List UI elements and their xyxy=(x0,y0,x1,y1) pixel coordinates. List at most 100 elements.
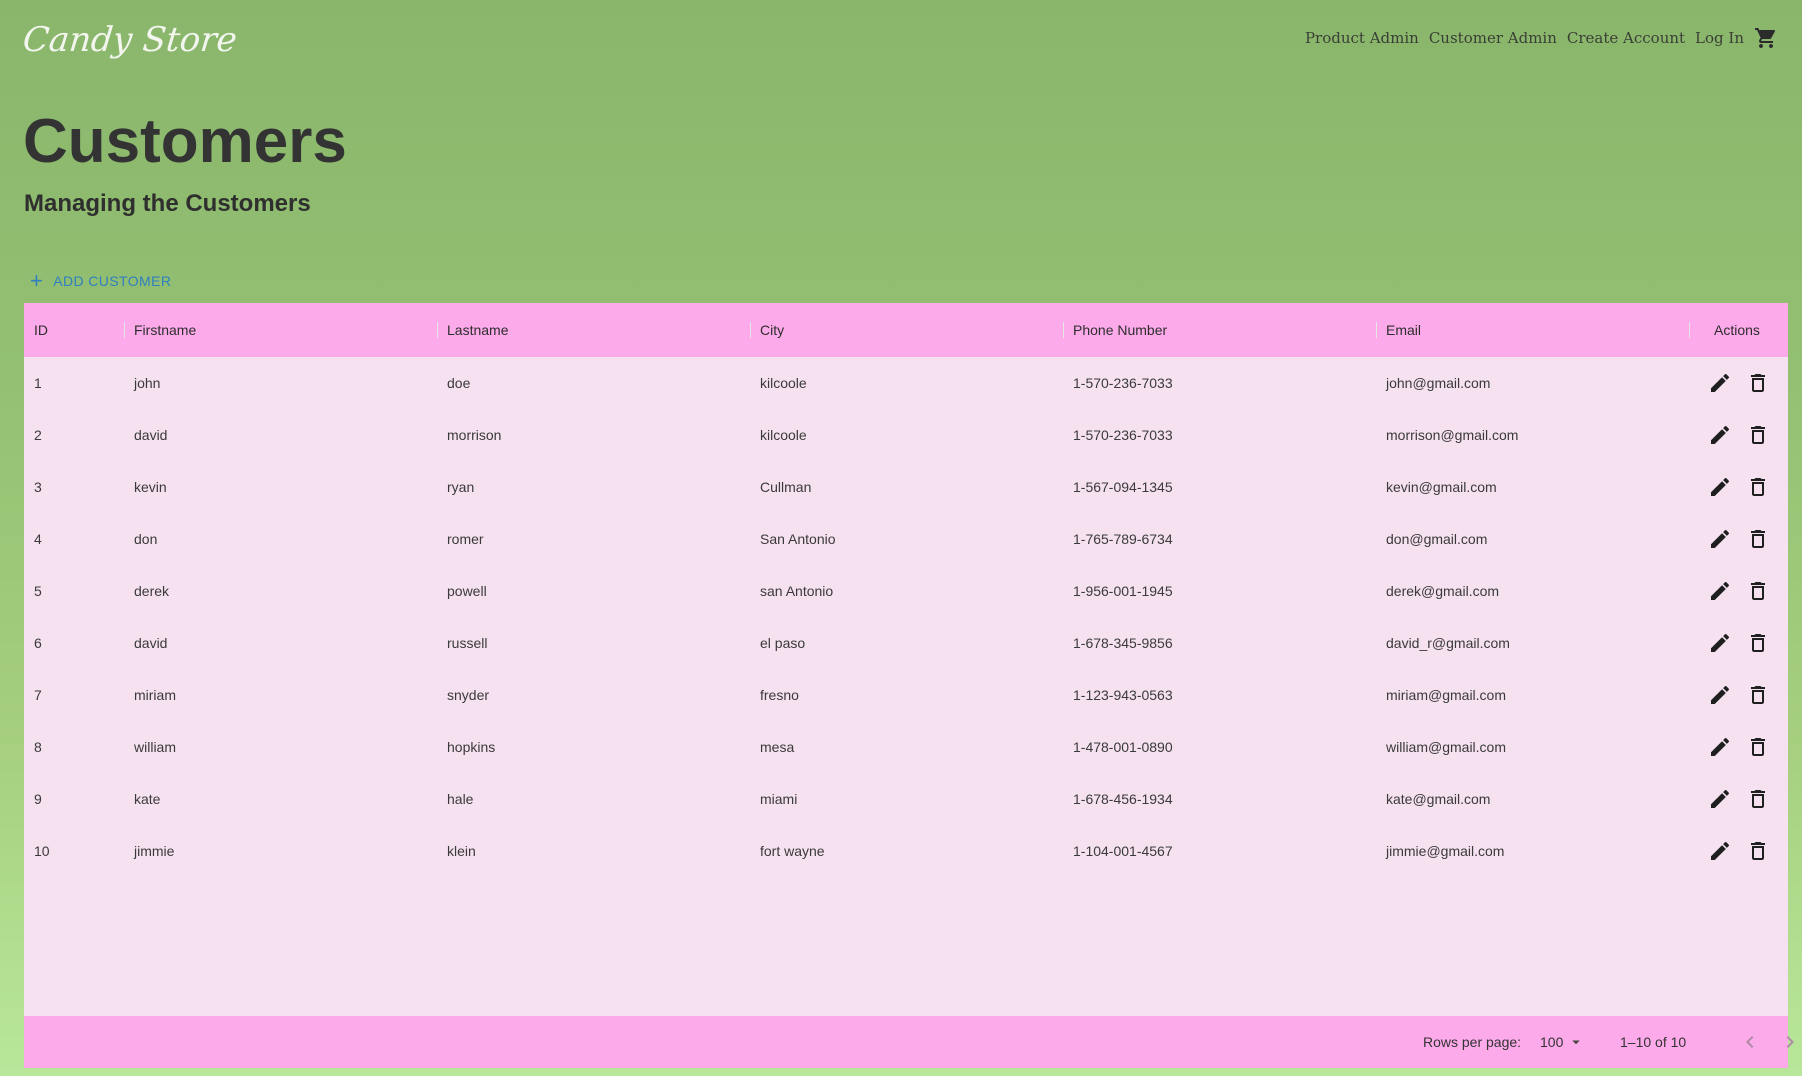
cell-id[interactable]: 5 xyxy=(34,565,42,617)
nav-customer-admin[interactable]: Customer Admin xyxy=(1429,29,1557,47)
cell-city[interactable]: mesa xyxy=(760,721,794,773)
cell-email[interactable]: don@gmail.com xyxy=(1386,513,1487,565)
cell-firstname[interactable]: derek xyxy=(134,565,169,617)
cell-email[interactable]: jimmie@gmail.com xyxy=(1386,825,1504,877)
cell-phone[interactable]: 1-765-789-6734 xyxy=(1073,513,1173,565)
add-customer-button[interactable]: + ADD CUSTOMER xyxy=(30,270,171,292)
cell-firstname[interactable]: kate xyxy=(134,773,160,825)
cell-firstname[interactable]: kevin xyxy=(134,461,167,513)
cell-email[interactable]: kate@gmail.com xyxy=(1386,773,1490,825)
cell-firstname[interactable]: david xyxy=(134,409,167,461)
cell-id[interactable]: 6 xyxy=(34,617,42,669)
table-row[interactable]: 10 jimmie klein fort wayne 1-104-001-4567 jim… xyxy=(24,825,1788,877)
cell-lastname[interactable]: morrison xyxy=(447,409,501,461)
cell-city[interactable]: fresno xyxy=(760,669,799,721)
nav-product-admin[interactable]: Product Admin xyxy=(1305,29,1419,47)
column-separator[interactable] xyxy=(750,322,751,338)
cell-lastname[interactable]: russell xyxy=(447,617,487,669)
cell-email[interactable]: william@gmail.com xyxy=(1386,721,1506,773)
table-row[interactable]: 7 miriam snyder fresno 1-123-943-0563 miriam@… xyxy=(24,669,1788,721)
table-row[interactable]: 2 david morrison kilcoole 1-570-236-7033 morr… xyxy=(24,409,1788,461)
cell-id[interactable]: 8 xyxy=(34,721,42,773)
column-header-lastname[interactable]: Lastname xyxy=(447,303,508,357)
column-separator[interactable] xyxy=(1063,322,1064,338)
shopping-cart-icon[interactable] xyxy=(1754,26,1778,50)
delete-trash-icon[interactable] xyxy=(1746,735,1770,759)
cell-email[interactable]: morrison@gmail.com xyxy=(1386,409,1518,461)
column-header-firstname[interactable]: Firstname xyxy=(134,303,196,357)
edit-pencil-icon[interactable] xyxy=(1708,839,1732,863)
cell-firstname[interactable]: john xyxy=(134,357,160,409)
cell-id[interactable]: 7 xyxy=(34,669,42,721)
cell-id[interactable]: 9 xyxy=(34,773,42,825)
cell-phone[interactable]: 1-570-236-7033 xyxy=(1073,409,1173,461)
delete-trash-icon[interactable] xyxy=(1746,371,1770,395)
delete-trash-icon[interactable] xyxy=(1746,683,1770,707)
column-separator[interactable] xyxy=(1376,322,1377,338)
cell-firstname[interactable]: william xyxy=(134,721,176,773)
delete-trash-icon[interactable] xyxy=(1746,787,1770,811)
cell-email[interactable]: john@gmail.com xyxy=(1386,357,1490,409)
cell-phone[interactable]: 1-567-094-1345 xyxy=(1073,461,1173,513)
cell-city[interactable]: el paso xyxy=(760,617,805,669)
edit-pencil-icon[interactable] xyxy=(1708,631,1732,655)
previous-page-icon[interactable] xyxy=(1738,1030,1762,1054)
edit-pencil-icon[interactable] xyxy=(1708,475,1732,499)
cell-city[interactable]: fort wayne xyxy=(760,825,825,877)
edit-pencil-icon[interactable] xyxy=(1708,371,1732,395)
column-header-email[interactable]: Email xyxy=(1386,303,1421,357)
cell-lastname[interactable]: klein xyxy=(447,825,476,877)
cell-id[interactable]: 4 xyxy=(34,513,42,565)
delete-trash-icon[interactable] xyxy=(1746,579,1770,603)
next-page-icon[interactable] xyxy=(1778,1030,1802,1054)
cell-lastname[interactable]: ryan xyxy=(447,461,474,513)
edit-pencil-icon[interactable] xyxy=(1708,787,1732,811)
delete-trash-icon[interactable] xyxy=(1746,423,1770,447)
logo[interactable]: Candy Store xyxy=(21,20,239,60)
table-row[interactable]: 1 john doe kilcoole 1-570-236-7033 john@gmail… xyxy=(24,357,1788,409)
cell-firstname[interactable]: jimmie xyxy=(134,825,174,877)
cell-phone[interactable]: 1-478-001-0890 xyxy=(1073,721,1173,773)
nav-create-account[interactable]: Create Account xyxy=(1567,29,1685,47)
cell-phone[interactable]: 1-678-345-9856 xyxy=(1073,617,1173,669)
cell-city[interactable]: kilcoole xyxy=(760,357,807,409)
cell-lastname[interactable]: hale xyxy=(447,773,473,825)
cell-city[interactable]: kilcoole xyxy=(760,409,807,461)
delete-trash-icon[interactable] xyxy=(1746,839,1770,863)
delete-trash-icon[interactable] xyxy=(1746,475,1770,499)
edit-pencil-icon[interactable] xyxy=(1708,683,1732,707)
rows-per-page-select[interactable]: 100 xyxy=(1540,1016,1585,1068)
table-row[interactable]: 6 david russell el paso 1-678-345-9856 david_… xyxy=(24,617,1788,669)
delete-trash-icon[interactable] xyxy=(1746,527,1770,551)
cell-city[interactable]: San Antonio xyxy=(760,513,836,565)
column-separator[interactable] xyxy=(437,322,438,338)
cell-city[interactable]: san Antonio xyxy=(760,565,833,617)
cell-phone[interactable]: 1-678-456-1934 xyxy=(1073,773,1173,825)
nav-log-in[interactable]: Log In xyxy=(1695,29,1744,47)
cell-lastname[interactable]: powell xyxy=(447,565,487,617)
cell-firstname[interactable]: don xyxy=(134,513,157,565)
column-header-id[interactable]: ID xyxy=(34,303,48,357)
cell-firstname[interactable]: miriam xyxy=(134,669,176,721)
cell-lastname[interactable]: doe xyxy=(447,357,470,409)
column-separator[interactable] xyxy=(1689,322,1690,338)
cell-phone[interactable]: 1-123-943-0563 xyxy=(1073,669,1173,721)
table-row[interactable]: 8 william hopkins mesa 1-478-001-0890 william… xyxy=(24,721,1788,773)
cell-phone[interactable]: 1-956-001-1945 xyxy=(1073,565,1173,617)
delete-trash-icon[interactable] xyxy=(1746,631,1770,655)
cell-phone[interactable]: 1-104-001-4567 xyxy=(1073,825,1173,877)
edit-pencil-icon[interactable] xyxy=(1708,527,1732,551)
edit-pencil-icon[interactable] xyxy=(1708,735,1732,759)
table-row[interactable]: 9 kate hale miami 1-678-456-1934 kate@gmail.c… xyxy=(24,773,1788,825)
column-header-phone[interactable]: Phone Number xyxy=(1073,303,1167,357)
cell-email[interactable]: kevin@gmail.com xyxy=(1386,461,1497,513)
cell-lastname[interactable]: snyder xyxy=(447,669,489,721)
cell-firstname[interactable]: david xyxy=(134,617,167,669)
cell-email[interactable]: derek@gmail.com xyxy=(1386,565,1499,617)
cell-phone[interactable]: 1-570-236-7033 xyxy=(1073,357,1173,409)
cell-city[interactable]: miami xyxy=(760,773,797,825)
edit-pencil-icon[interactable] xyxy=(1708,423,1732,447)
cell-id[interactable]: 2 xyxy=(34,409,42,461)
cell-id[interactable]: 10 xyxy=(34,825,50,877)
cell-city[interactable]: Cullman xyxy=(760,461,811,513)
